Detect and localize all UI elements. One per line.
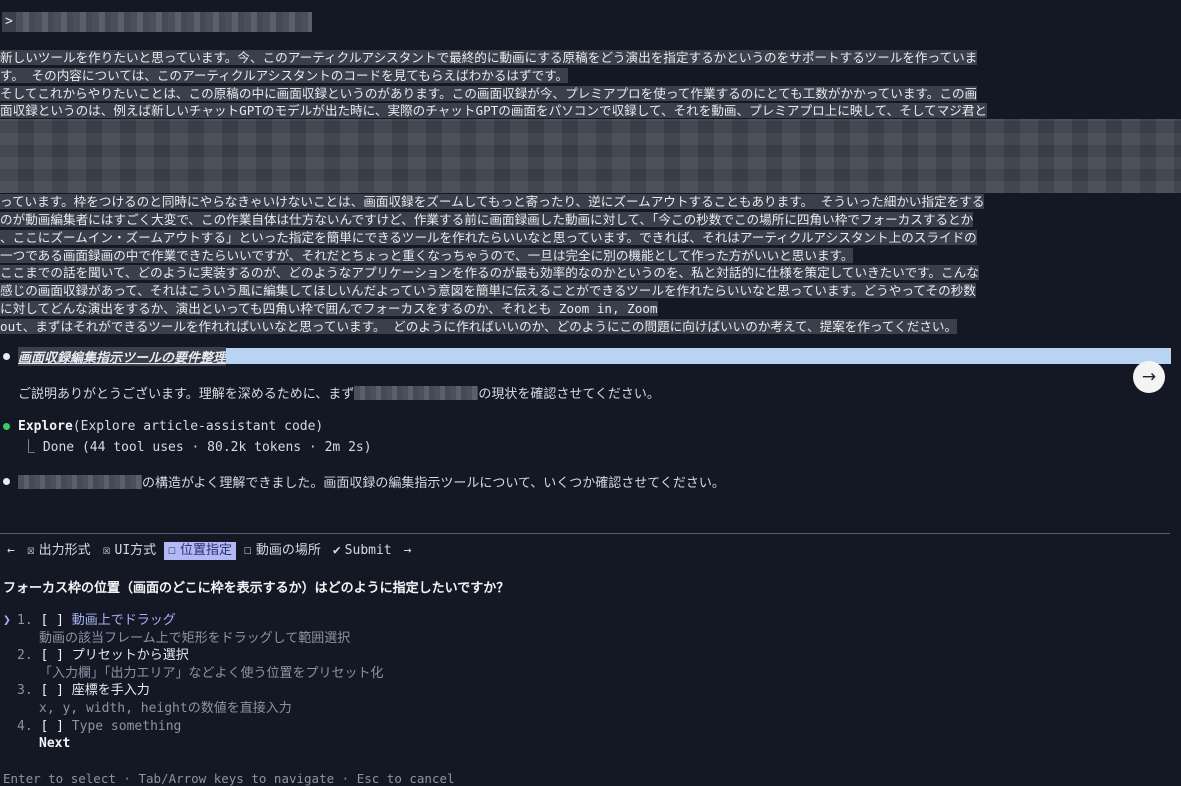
user-message-line: 新しいツールを作りたいと思っています。今、このアーティクルアシスタントで最終的に… [0,50,978,65]
tool-args: (Explore article-assistant code) [72,419,324,434]
tool-name: Explore [18,419,73,434]
option-description: 「入力欄」「出力エリア」などよく使う位置をプリセット化 [39,665,384,681]
assistant-heading: 画面収録編集指示ツールの要件整理 [3,346,1171,366]
user-message-line: ここまでの話を聞いて、どのように実装するのが、どのようなアプリケーションを作るの… [0,265,979,281]
user-message-line: 感じの画面収録があって、それはこういう風に編集してほしいんだよっていう意図を簡単… [0,283,976,299]
user-message-line: に対してどんな演出をするか、演出といっても四角い枠で囲んでフォーカスをするのか、… [0,300,658,316]
tab-ui-method[interactable]: ☒ UI方式 [99,542,160,560]
checkmark-icon: ✔ [332,543,341,558]
prompt-line: > [2,12,312,32]
bullet-icon [3,352,10,360]
tab-output-format[interactable]: ☒ 出力形式 [23,542,95,560]
tab-video-location[interactable]: ☐ 動画の場所 [240,542,325,560]
tab-next-arrow[interactable]: → [400,542,416,560]
user-message-line: っています。枠をつけるのと同時にやらなきゃいけないことは、画面収録をズームしても… [0,194,985,210]
tab-submit[interactable]: ✔ Submit [329,542,396,560]
checkbox: [ ] [40,613,64,628]
status-dot-icon [3,423,10,430]
empty-box-icon: ☐ [244,543,252,558]
tool-result: ⎿ Done (44 tool uses · 80.2k tokens · 2m… [22,440,372,455]
user-message-line: 面収録というのは、例えば新しいチャットGPTのモデルが出た時に、実際のチャットG… [0,103,987,119]
question-tabs: ← ☒ 出力形式 ☒ UI方式 ☐ 位置指定 ☐ 動画の場所 ✔ Submit → [3,541,419,561]
selection-highlight [226,348,1171,364]
checked-box-icon: ☒ [26,543,35,558]
scroll-down-button[interactable]: → [1133,361,1165,393]
checked-box-icon: ☒ [102,543,111,558]
terminal-screen: > 新しいツールを作りたいと思っています。今、このアーティクルアシスタントで最終… [0,0,1181,786]
redacted-block [0,119,1181,193]
checkbox: [ ] [40,718,64,734]
prompt-caret: > [2,12,16,32]
user-message-line: そしてこれからやりたいことは、この原稿の中に画面収録というのがあります。この画面… [0,85,978,101]
option-description: x, y, width, heightの数値を直接入力 [39,700,292,716]
assistant-reply: の構造がよく理解できました。画面収録の編集指示ツールについて、いくつか確認させて… [3,472,725,491]
redacted-text [354,385,479,400]
checkbox: [ ] [40,648,64,664]
next-button[interactable]: Next [3,735,384,753]
option-description: 動画の該当フレーム上で矩形をドラッグして範囲選択 [39,630,351,646]
checkbox: [ ] [40,683,64,699]
user-message-line: out、まずはそれができるツールを作れればいいなと思っています。 どのように作れ… [0,318,958,334]
tab-position[interactable]: ☐ 位置指定 [164,542,236,560]
redacted-text [18,474,142,489]
tab-prev-arrow[interactable]: ← [3,542,19,560]
option-preset[interactable]: 2. [ ] プリセットから選択 [3,647,384,665]
bullet-icon [3,478,10,485]
assistant-reply: ご説明ありがとうございます。理解を深めるために、まず の現状を確認させてください… [18,385,660,402]
empty-box-icon: ☐ [168,543,176,558]
user-message-line: す。 その内容については、このアーティクルアシスタントのコードを見てもらえばわか… [0,67,569,83]
redacted-path [15,12,312,32]
option-drag[interactable]: ❯ 1. [ ] 動画上でドラッグ [3,612,384,630]
divider [0,533,1170,534]
user-message-line: 、ここにズームイン・ズームアウトする」といった指定を簡単にできるツールを作れたら… [0,229,977,245]
tool-call-explore: Explore (Explore article-assistant code) [3,419,323,434]
cursor-icon: ❯ [3,613,11,628]
user-message-line: 一つである画面録画の中で作業できたらいいですが、それだとちょっと重くなっちゃうの… [0,247,854,263]
question-text: フォーカス枠の位置（画面のどこに枠を表示するか）はどのように指定したいですか？ [3,581,510,596]
option-list: ❯ 1. [ ] 動画上でドラッグ 動画の該当フレーム上で矩形をドラッグして範囲選… [3,612,384,753]
heading-text: 画面収録編集指示ツールの要件整理 [18,346,227,366]
option-coordinates[interactable]: 3. [ ] 座標を手入力 [3,682,384,700]
option-type-something[interactable]: 4. [ ] Type something [3,718,384,736]
user-message-line: のが動画編集者にはすごく大変で、この作業自体は仕方ないんですけど、作業する前に画… [0,211,974,227]
keyboard-hints: Enter to select · Tab/Arrow keys to navi… [3,771,455,786]
